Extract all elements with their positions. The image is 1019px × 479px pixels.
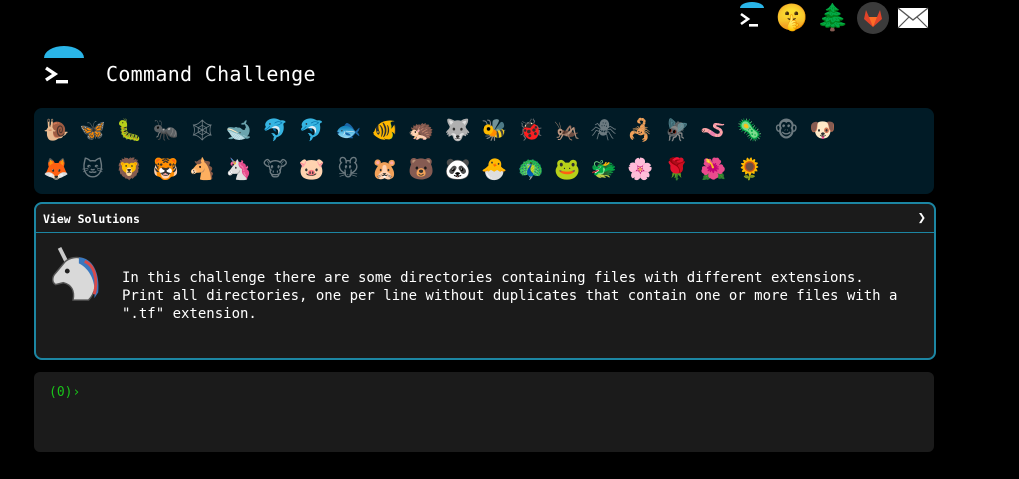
row2-challenge-icon-4[interactable]: 🐴 — [184, 151, 221, 187]
row1-challenge-icon-11[interactable]: 🐺 — [440, 112, 477, 148]
row1-challenge-icon-14[interactable]: 🦗 — [549, 112, 586, 148]
challenge-panel: View Solutions ❯ In this challenge there… — [34, 202, 936, 360]
row1-challenge-icon-6[interactable]: 🐬 — [257, 112, 294, 148]
row1-challenge-icon-16[interactable]: 🦂 — [622, 112, 659, 148]
row1-challenge-icon-17[interactable]: 🪰 — [659, 112, 696, 148]
row2-challenge-icon-14[interactable]: 🐸 — [549, 151, 586, 187]
app-logo-icon[interactable] — [40, 44, 88, 92]
row1-challenge-icon-12[interactable]: 🐝 — [476, 112, 513, 148]
tree-icon[interactable]: 🌲 — [816, 1, 850, 35]
terminal-prompt: (0)› — [49, 385, 81, 400]
row1-challenge-icon-9[interactable]: 🐠 — [367, 112, 404, 148]
row2-challenge-icon-6[interactable]: 🐮 — [257, 151, 294, 187]
unicorn-icon — [52, 247, 99, 301]
row2-challenge-icon-3[interactable]: 🐯 — [148, 151, 185, 187]
row2-challenge-icon-15[interactable]: 🐲 — [586, 151, 623, 187]
gitlab-icon[interactable] — [857, 2, 889, 34]
challenge-description: In this challenge there are some directo… — [122, 270, 898, 322]
row1-challenge-icon-0[interactable]: 🐌 — [38, 112, 75, 148]
row2-challenge-icon-8[interactable]: 🐭 — [330, 151, 367, 187]
row1-challenge-icon-8[interactable]: 🐟 — [330, 112, 367, 148]
row2-challenge-icon-11[interactable]: 🐼 — [440, 151, 477, 187]
row2-challenge-icon-9[interactable]: 🐹 — [367, 151, 404, 187]
row1-challenge-icon-1[interactable]: 🦋 — [75, 112, 112, 148]
row1-challenge-icon-21[interactable]: 🐶 — [805, 112, 842, 148]
row2-challenge-icon-19[interactable]: 🌻 — [732, 151, 769, 187]
row2-challenge-icon-7[interactable]: 🐷 — [294, 151, 331, 187]
row1-challenge-icon-20[interactable]: 🐵 — [768, 112, 805, 148]
row2-challenge-icon-16[interactable]: 🌸 — [622, 151, 659, 187]
row1-challenge-icon-5[interactable]: 🐋 — [221, 112, 258, 148]
row1-challenge-icon-13[interactable]: 🐞 — [513, 112, 550, 148]
row1-challenge-icon-4[interactable]: 🕸 — [184, 112, 221, 148]
row2-challenge-icon-12[interactable]: 🐣 — [476, 151, 513, 187]
shush-face-icon[interactable]: 🤫 — [775, 1, 809, 35]
row2-challenge-icon-13[interactable]: 🦚 — [513, 151, 550, 187]
mail-icon[interactable] — [896, 1, 930, 35]
page-title: Command Challenge — [106, 62, 316, 86]
terminal-input[interactable] — [82, 382, 926, 404]
challenge-row-1: 🐌 🦋 🐛 🐜 🕸 🐋 🐬 🐬 🐟 🐠 🦔 🐺 🐝 🐞 🦗 🕷 🦂 🪰 🪱 🦠 🐵 🐶 — [38, 112, 841, 148]
header-icons: 🤫 🌲 — [736, 0, 937, 36]
row2-challenge-icon-18[interactable]: 🌺 — [695, 151, 732, 187]
row2-challenge-icon-17[interactable]: 🌹 — [659, 151, 696, 187]
row2-challenge-icon-2[interactable]: 🦁 — [111, 151, 148, 187]
challenge-picker: 🐌 🦋 🐛 🐜 🕸 🐋 🐬 🐬 🐟 🐠 🦔 🐺 🐝 🐞 🦗 🕷 🦂 🪰 🪱 🦠 🐵 🐶 🦊 🐱 🦁 🐯 🐴 🦄 🐮 🐷 🐭 🐹 🐻 🐼 🐣 🦚 🐸 🐲 🌸… — [34, 108, 934, 194]
row1-challenge-icon-3[interactable]: 🐜 — [148, 112, 185, 148]
row2-challenge-icon-5[interactable]: 🦄 — [221, 151, 258, 187]
view-solutions-label[interactable]: View Solutions — [43, 212, 140, 226]
row1-challenge-icon-19[interactable]: 🦠 — [732, 112, 769, 148]
row1-challenge-icon-2[interactable]: 🐛 — [111, 112, 148, 148]
view-solutions-header[interactable]: View Solutions ❯ — [36, 204, 934, 233]
row2-challenge-icon-0[interactable]: 🦊 — [38, 151, 75, 187]
row1-challenge-icon-15[interactable]: 🕷 — [586, 112, 623, 148]
row2-challenge-icon-10[interactable]: 🐻 — [403, 151, 440, 187]
row1-challenge-icon-10[interactable]: 🦔 — [403, 112, 440, 148]
terminal[interactable]: (0)› — [34, 372, 934, 452]
challenge-row-2: 🦊 🐱 🦁 🐯 🐴 🦄 🐮 🐷 🐭 🐹 🐻 🐼 🐣 🦚 🐸 🐲 🌸 🌹 🌺 🌻 — [38, 151, 768, 187]
chevron-right-icon[interactable]: ❯ — [918, 210, 926, 226]
row2-challenge-icon-1[interactable]: 🐱 — [75, 151, 112, 187]
row1-challenge-icon-7[interactable]: 🐬 — [294, 112, 331, 148]
terminal-icon[interactable] — [736, 2, 768, 34]
row1-challenge-icon-18[interactable]: 🪱 — [695, 112, 732, 148]
